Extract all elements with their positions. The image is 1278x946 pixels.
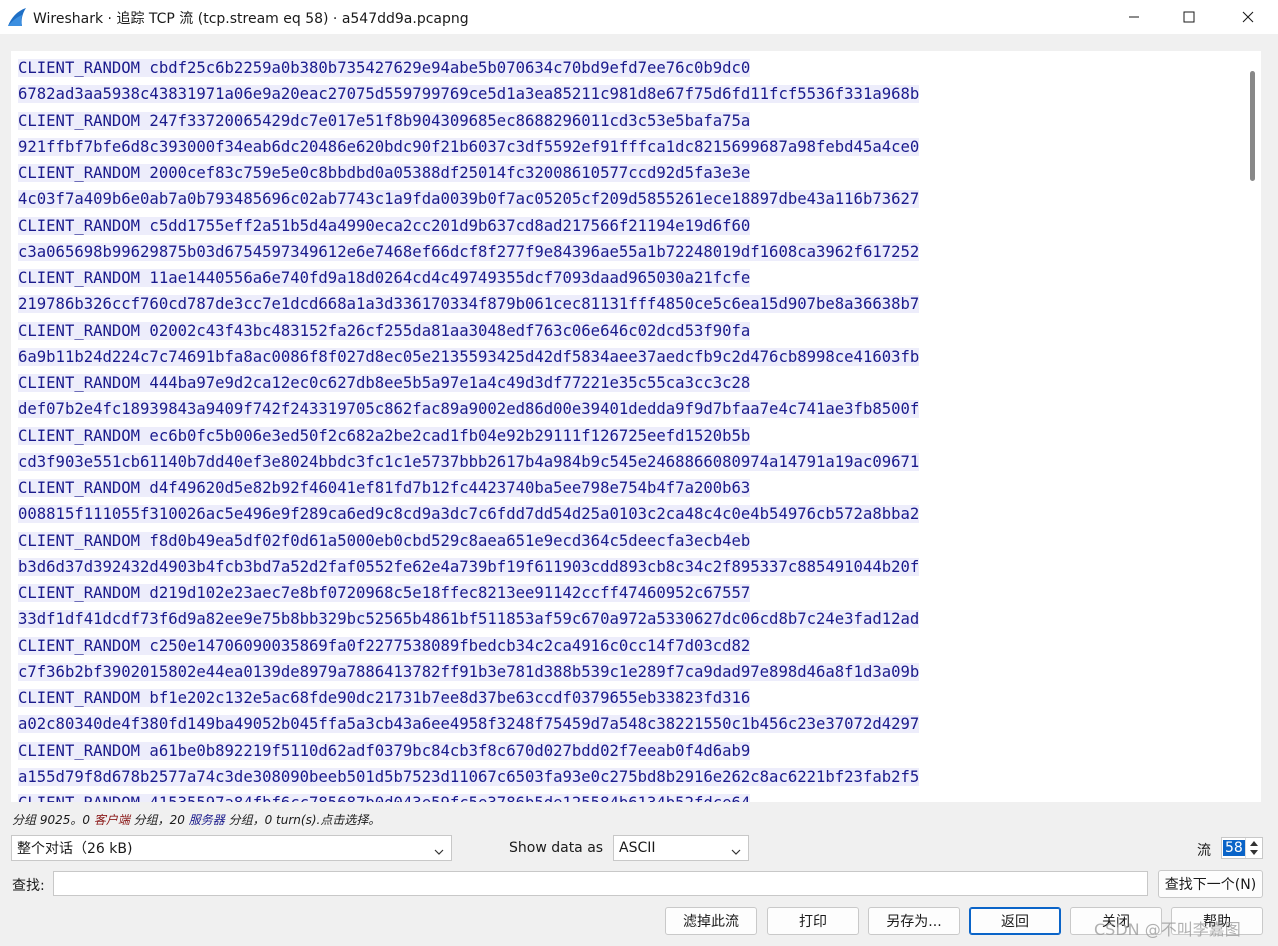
stream-line: CLIENT_RANDOM d4f49620d5e82b92f46041ef81… (18, 479, 751, 497)
close-window-button[interactable] (1219, 0, 1277, 34)
chevron-down-icon (731, 844, 741, 860)
conversation-select[interactable]: 整个对话（26 kB) (11, 835, 452, 861)
stream-line: a155d79f8d678b2577a74c3de308090beeb501d5… (18, 767, 920, 786)
stream-number-spinbox[interactable]: 58 (1221, 837, 1263, 859)
spin-up-down-icon (1250, 841, 1258, 855)
window-title: Wireshark · 追踪 TCP 流 (tcp.stream eq 58) … (33, 11, 469, 27)
stream-status-text: 分组 9025。0 客户端 分组，20 服务器 分组，0 turn(s).点击选… (12, 813, 381, 827)
find-next-button[interactable]: 查找下一个(N) (1158, 870, 1263, 898)
stream-line: def07b2e4fc18939843a9409f742f243319705c8… (18, 400, 920, 419)
wireshark-fin-icon (7, 7, 27, 27)
print-button[interactable]: 打印 (767, 907, 859, 935)
stream-content: CLIENT_RANDOM cbdf25c6b2259a0b380b735427… (18, 55, 1228, 802)
stream-text-view[interactable]: CLIENT_RANDOM cbdf25c6b2259a0b380b735427… (11, 51, 1245, 802)
stream-line: CLIENT_RANDOM 2000cef83c759e5e0c8bbdbd0a… (18, 164, 751, 182)
stream-line: 4c03f7a409b6e0ab7a0b793485696c02ab7743c1… (18, 190, 920, 209)
stream-line: cd3f903e551cb61140b7dd40ef3e8024bbdc3fc1… (18, 452, 920, 471)
minimize-icon (1128, 11, 1140, 23)
find-label: 查找: (12, 878, 45, 894)
stream-number-value: 58 (1223, 840, 1245, 856)
stream-line: CLIENT_RANDOM f8d0b49ea5df02f0d61a5000eb… (18, 531, 751, 550)
stream-line: CLIENT_RANDOM d219d102e23aec7e8bf0720968… (18, 584, 751, 602)
minimize-button[interactable] (1105, 0, 1163, 34)
save-as-button[interactable]: 另存为... (868, 907, 960, 935)
stream-line: c3a065698b99629875b03d6754597349612e6e74… (18, 242, 920, 261)
client-label: 客户端 (93, 813, 130, 827)
stream-line: 219786b326ccf760cd787de3cc7e1dcd668a1a3d… (18, 295, 920, 314)
back-button[interactable]: 返回 (969, 907, 1061, 935)
spin-arrows[interactable] (1245, 838, 1262, 858)
maximize-button[interactable] (1160, 0, 1218, 34)
find-input[interactable] (53, 871, 1148, 896)
stream-line: CLIENT_RANDOM 02002c43f43bc483152fa26cf2… (18, 321, 751, 340)
stream-line: CLIENT_RANDOM 11ae1440556a6e740fd9a18d02… (18, 269, 751, 287)
stream-line: 008815f111055f310026ac5e496e9f289ca6ed9c… (18, 505, 920, 524)
stream-line: CLIENT_RANDOM 247f33720065429dc7e017e51f… (18, 111, 751, 130)
stream-label: 流 (1197, 843, 1211, 859)
show-data-select[interactable]: ASCII (613, 835, 749, 861)
filter-out-button[interactable]: 滤掉此流 (665, 907, 757, 935)
chevron-down-icon (434, 844, 444, 860)
show-data-label: Show data as (509, 840, 604, 856)
stream-line: CLIENT_RANDOM 444ba97e9d2ca12ec0c627db8e… (18, 374, 751, 392)
stream-line: 6a9b11b24d224c7c74691bfa8ac0086f8f027d8e… (18, 347, 920, 366)
stream-line: CLIENT_RANDOM 41535597a84fbf6cc785687b0d… (18, 790, 1228, 802)
server-label: 服务器 (188, 813, 225, 827)
stream-line: 33df1df41dcdf73f6d9a82ee9e75b8bb329bc525… (18, 610, 920, 629)
stream-line: CLIENT_RANDOM a61be0b892219f5110d62adf03… (18, 741, 751, 760)
stream-line: CLIENT_RANDOM bf1e202c132e5ac68fde90dc21… (18, 689, 751, 707)
stream-line: c7f36b2bf3902015802e44ea0139de8979a78864… (18, 662, 920, 681)
stream-line: 6782ad3aa5938c43831971a06e9a20eac27075d5… (18, 85, 920, 104)
title-bar: Wireshark · 追踪 TCP 流 (tcp.stream eq 58) … (0, 0, 1278, 34)
vertical-scrollbar[interactable] (1245, 51, 1261, 802)
stream-line: b3d6d37d392432d4903b4fcb3bd7a52d2faf0552… (18, 557, 920, 576)
stream-line: CLIENT_RANDOM c5dd1755eff2a51b5d4a4990ec… (18, 216, 751, 235)
scrollbar-thumb[interactable] (1250, 71, 1255, 181)
close-icon (1242, 11, 1254, 23)
stream-line: CLIENT_RANDOM c250e14706090035869fa0f227… (18, 636, 751, 655)
stream-line: CLIENT_RANDOM cbdf25c6b2259a0b380b735427… (18, 59, 751, 77)
stream-line: a02c80340de4f380fd149ba49052b045ffa5a3cb… (18, 715, 920, 734)
stream-line: CLIENT_RANDOM ec6b0fc5b006e3ed50f2c682a2… (18, 426, 751, 445)
maximize-icon (1183, 11, 1195, 23)
stream-line: 921ffbf7bfe6d8c393000f34eab6dc20486e620b… (18, 137, 920, 156)
csdn-watermark: CSDN @不叫李嘉图 (1094, 920, 1241, 939)
